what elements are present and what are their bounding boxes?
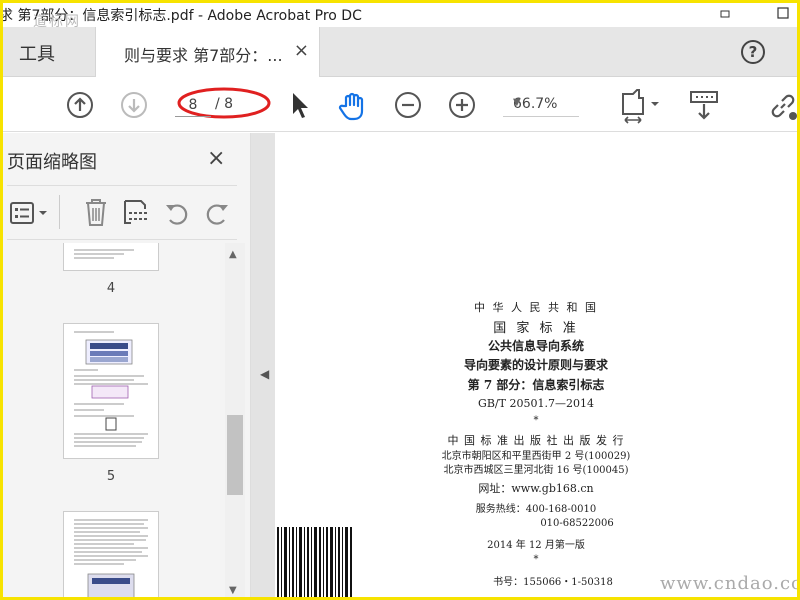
thumbnail-page-5[interactable] — [63, 323, 159, 459]
thumbnail-panel: 页面缩略图 × 4 5 ▲ ▼ — [3, 133, 251, 597]
fit-page-icon[interactable] — [619, 88, 663, 128]
rotate-left-icon[interactable] — [163, 199, 191, 231]
scroll-down-icon[interactable]: ▼ — [229, 585, 237, 596]
delete-page-icon[interactable] — [83, 197, 109, 231]
doc-line-country: 中 华 人 民 共 和 国 — [474, 301, 598, 314]
page-total: / 8 — [215, 96, 234, 112]
maximize-icon[interactable] — [773, 5, 793, 25]
document-view[interactable]: 中 华 人 民 共 和 国 国 家 标 准 公共信息导向系统 导向要素的设计原则… — [275, 133, 797, 597]
doc-line-title-3: 第 7 部分：信息索引标志 — [467, 378, 605, 392]
help-icon[interactable]: ? — [741, 40, 765, 64]
thumbnail-scrollbar[interactable]: ▲ ▼ — [225, 243, 245, 597]
zoom-in-icon[interactable] — [449, 92, 475, 118]
thumbnail-page-4[interactable] — [63, 243, 159, 271]
acrobat-window: 求 第7部分：信息索引标志.pdf - Adobe Acrobat Pro DC… — [0, 0, 800, 600]
zoom-out-icon[interactable] — [395, 92, 421, 118]
zoom-dropdown-icon: ▼ — [513, 97, 521, 108]
tab-tools[interactable]: 工具 — [19, 40, 55, 66]
doc-line-standard-number: GB/T 20501.7—2014 — [478, 397, 594, 410]
thumbnail-list: 4 5 — [3, 243, 225, 597]
link-icon[interactable] — [769, 92, 797, 124]
doc-line-national-standard: 国 家 标 准 — [493, 321, 579, 336]
panel-splitter[interactable]: ◀ — [251, 133, 275, 597]
doc-line-website: 网址：www.gb168.cn — [478, 482, 594, 495]
scroll-mode-icon[interactable] — [689, 90, 719, 126]
thumbnail-options-icon[interactable] — [9, 200, 49, 230]
extract-page-icon[interactable] — [121, 197, 151, 231]
watermark-bottom: www.cndao.com — [660, 573, 797, 594]
title-bar: 求 第7部分：信息索引标志.pdf - Adobe Acrobat Pro DC… — [3, 3, 797, 30]
divider — [7, 239, 237, 240]
scrollbar-thumb[interactable] — [227, 415, 243, 495]
thumbnail-label: 4 — [106, 281, 116, 296]
panel-close-icon[interactable]: × — [207, 146, 225, 171]
doc-line-publisher: 中 国 标 准 出 版 社 出 版 发 行 — [447, 434, 625, 447]
collapse-panel-icon[interactable]: ◀ — [260, 367, 269, 381]
page-number-input[interactable]: 8 — [175, 93, 211, 117]
previous-page-icon[interactable] — [67, 92, 93, 118]
next-page-icon[interactable] — [121, 92, 147, 118]
tab-document-label: 则与要求 第7部分：... — [124, 46, 283, 65]
divider — [7, 185, 237, 186]
barcode-image — [275, 527, 355, 597]
doc-line-address-2: 北京市西城区三里河北街 16 号(100045) — [443, 465, 629, 476]
doc-line-hotline: 服务热线：400-168-0010 — [475, 504, 597, 515]
thumbnail-label: 5 — [106, 469, 116, 484]
thumbnail-page-6[interactable] — [63, 511, 159, 597]
doc-line-phone: 010-68522006 — [540, 518, 614, 529]
scroll-up-icon[interactable]: ▲ — [229, 249, 237, 260]
doc-line-title-2: 导向要素的设计原则与要求 — [463, 358, 608, 372]
tab-close-icon[interactable]: × — [294, 40, 309, 61]
doc-line-title-1: 公共信息导向系统 — [487, 339, 584, 353]
tab-document[interactable]: 则与要求 第7部分：... × — [95, 27, 320, 77]
doc-line-address-1: 北京市朝阳区和平里西街甲 2 号(100029) — [441, 451, 631, 462]
panel-title: 页面缩略图 — [7, 152, 97, 173]
panel-toolbar — [7, 193, 239, 233]
tab-bar: 工具 则与要求 第7部分：... × ? — [3, 27, 797, 77]
toolbar: 8 / 8 66.7% ▼ — [3, 78, 797, 132]
hand-tool-icon[interactable] — [337, 90, 369, 126]
document-text-block: 中 华 人 民 共 和 国 国 家 标 准 公共信息导向系统 导向要素的设计原则… — [442, 133, 706, 597]
rotate-right-icon[interactable] — [203, 199, 231, 231]
select-arrow-icon[interactable] — [289, 90, 311, 124]
doc-line-separator: * — [533, 415, 539, 426]
minimize-icon[interactable] — [715, 5, 735, 25]
divider — [59, 195, 60, 229]
zoom-dropdown[interactable]: 66.7% ▼ — [503, 95, 579, 117]
